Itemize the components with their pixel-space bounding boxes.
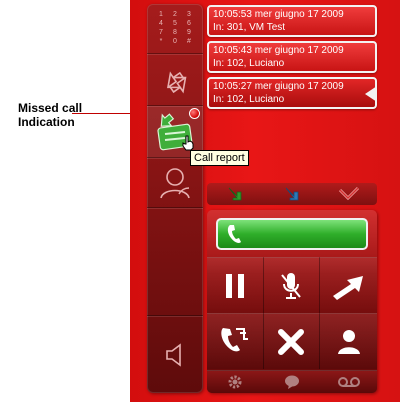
key-3: 3: [187, 11, 191, 18]
settings-button[interactable]: [207, 371, 264, 393]
call-panel-bottom-bar: [207, 370, 377, 393]
screenshot-stage: Missed call Indication 1 2 3 4 5 6 7 8 9…: [0, 0, 400, 402]
hold-button[interactable]: [207, 257, 264, 313]
hangup-x-icon: [278, 328, 305, 355]
contacts-icon: [160, 167, 190, 198]
chat-bubble-icon: [284, 375, 299, 389]
call-control-panel: [207, 210, 377, 393]
forward-button[interactable]: [320, 257, 377, 313]
call-time: 10:05:43 mer giugno 17 2009: [213, 45, 344, 56]
red-arrow-icon: [338, 186, 359, 201]
missed-filter-button[interactable]: [331, 184, 367, 204]
key-2: 2: [173, 11, 177, 18]
contact-button[interactable]: [320, 313, 377, 369]
keypad-button[interactable]: 1 2 3 4 5 6 7 8 9 * 0 #: [147, 4, 203, 54]
keypad-icon: 1 2 3 4 5 6 7 8 9 * 0 #: [156, 11, 194, 46]
call-report-tooltip: Call report: [190, 150, 249, 166]
selection-arrow-icon: [365, 86, 377, 102]
call-time: 10:05:53 mer giugno 17 2009: [213, 9, 344, 20]
key-7: 7: [159, 29, 163, 36]
conference-icon: [221, 327, 248, 351]
call-time: 10:05:27 mer giugno 17 2009: [213, 81, 344, 92]
call-action-grid: [207, 257, 377, 369]
key-6: 6: [187, 20, 191, 27]
call-caller: In: 102, Luciano: [213, 94, 285, 105]
voicemail-button[interactable]: [320, 371, 377, 393]
speaker-icon: [166, 342, 181, 367]
key-hash: #: [187, 38, 191, 45]
annotation-line-2: Indication: [18, 115, 75, 129]
incoming-filter-button[interactable]: [217, 184, 253, 204]
mute-mic-icon: [281, 272, 302, 299]
call-button[interactable]: [216, 218, 368, 250]
missed-call-indicator: [189, 108, 200, 119]
call-history-item-selected[interactable]: 10:05:27 mer giugno 17 2009 In: 102, Luc…: [207, 77, 377, 109]
mute-button[interactable]: [263, 257, 321, 313]
person-icon: [337, 329, 360, 354]
handset-icon: [227, 225, 241, 243]
sidebar-spacer: [147, 208, 203, 316]
hand-cursor-icon: [182, 135, 194, 151]
gear-icon: [228, 375, 242, 389]
call-caller: In: 102, Luciano: [213, 58, 285, 69]
hangup-button[interactable]: [263, 313, 321, 369]
pause-icon: [225, 273, 244, 298]
transfer-button[interactable]: [147, 54, 203, 106]
call-history-item[interactable]: 10:05:43 mer giugno 17 2009 In: 102, Luc…: [207, 41, 377, 73]
green-arrow-icon: [229, 187, 242, 201]
chat-button[interactable]: [264, 371, 321, 393]
key-9: 9: [187, 29, 191, 36]
forward-arrow-icon: [332, 275, 363, 300]
transfer-icon: [167, 70, 187, 94]
key-8: 8: [173, 29, 177, 36]
outgoing-filter-button[interactable]: [274, 184, 310, 204]
call-caller: In: 301, VM Test: [213, 22, 286, 33]
key-5: 5: [173, 20, 177, 27]
call-history-item[interactable]: 10:05:53 mer giugno 17 2009 In: 301, VM …: [207, 5, 377, 37]
key-4: 4: [159, 20, 163, 27]
blue-arrow-icon: [285, 187, 299, 201]
key-1: 1: [159, 11, 163, 18]
speaker-button[interactable]: [147, 316, 203, 393]
voicemail-icon: [337, 377, 360, 387]
sidebar: 1 2 3 4 5 6 7 8 9 * 0 #: [147, 4, 203, 393]
conference-button[interactable]: [207, 313, 264, 369]
key-0: 0: [173, 38, 177, 45]
missed-call-annotation: Missed call Indication: [18, 101, 82, 129]
key-star: *: [159, 38, 163, 45]
history-toolbar: [207, 183, 377, 205]
